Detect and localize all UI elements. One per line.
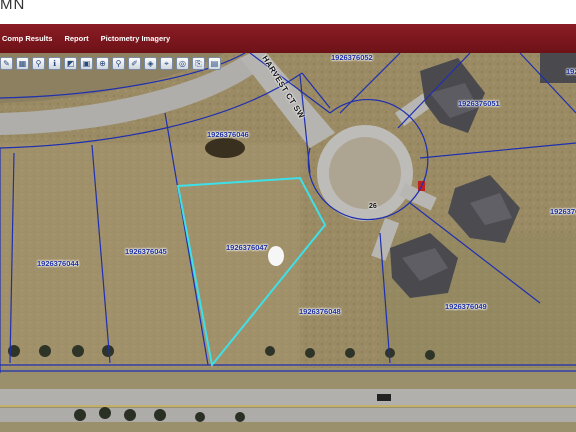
app-title: MN	[0, 0, 576, 24]
highway-lane-north	[0, 389, 576, 405]
highway-car	[377, 394, 391, 401]
pin-tool-icon: ⚲	[35, 58, 42, 68]
dark-vegetation-patch	[205, 138, 245, 158]
aerial-map-view[interactable]: HARVEST CT SW 26 1926376052 1926376051 1…	[0, 53, 576, 432]
parcel-label-1926376051[interactable]: 1926376051	[458, 99, 500, 108]
select-tool-button[interactable]: ◈	[144, 57, 157, 70]
app-title-text: MN	[0, 0, 26, 13]
parcel-label-1926376-partial[interactable]: 1926376	[550, 207, 576, 216]
pan-tool-icon: ✎	[3, 58, 10, 68]
save-tool-button[interactable]: ▤	[208, 57, 221, 70]
select-tool-icon: ◈	[147, 58, 154, 68]
map-layers-icon: ▦	[18, 58, 27, 68]
parcel-label-1926376045[interactable]: 1926376045	[125, 247, 167, 256]
identify-tool-button[interactable]: ⊕	[96, 57, 109, 70]
draw-tool-icon: ✐	[131, 58, 138, 68]
address-number: 26	[369, 203, 377, 210]
buffer-tool-icon: ◎	[179, 58, 186, 68]
export-tool-icon: ⎘	[195, 58, 202, 68]
search-tool-button[interactable]: ⚲	[112, 57, 125, 70]
map-layers-button[interactable]: ▦	[16, 57, 29, 70]
parcel-label-1926376049[interactable]: 1926376049	[445, 302, 487, 311]
parcel-label-192637605[interactable]: 192637605	[566, 67, 576, 76]
snow-patch	[268, 246, 284, 266]
map-toolbar: ✎ ▦ ⚲ ℹ ◩ ▣ ⊕ ⚲ ✐ ◈ ⌖ ◎ ⎘ ▤	[0, 57, 221, 74]
measure-tool-button[interactable]: ◩	[64, 57, 77, 70]
nav-comp-results[interactable]: Comp Results	[2, 34, 52, 43]
measure-tool-icon: ◩	[66, 58, 75, 68]
field-patch	[0, 143, 300, 373]
save-tool-icon: ▤	[210, 58, 219, 68]
parcel-label-1926376046[interactable]: 1926376046	[207, 130, 249, 139]
draw-tool-button[interactable]: ✐	[128, 57, 141, 70]
cul-de-sac-island	[329, 137, 401, 209]
print-tool-icon: ▣	[82, 58, 91, 68]
parcel-label-1926376047[interactable]: 1926376047	[226, 243, 268, 252]
print-tool-button[interactable]: ▣	[80, 57, 93, 70]
zoom-extent-icon: ⌖	[164, 58, 169, 68]
identify-tool-icon: ⊕	[99, 58, 106, 68]
highway-lane-south	[0, 408, 576, 422]
buffer-tool-button[interactable]: ◎	[176, 57, 189, 70]
search-tool-icon: ⚲	[115, 58, 122, 68]
nav-report[interactable]: Report	[64, 34, 88, 43]
pan-tool-button[interactable]: ✎	[0, 57, 13, 70]
pin-tool-button[interactable]: ⚲	[32, 57, 45, 70]
aerial-map-canvas[interactable]	[0, 53, 576, 432]
parcel-label-1926376048[interactable]: 1926376048	[299, 307, 341, 316]
info-tool-icon: ℹ	[52, 58, 57, 68]
info-tool-button[interactable]: ℹ	[48, 57, 61, 70]
zoom-extent-button[interactable]: ⌖	[160, 57, 173, 70]
parcel-label-1926376052[interactable]: 1926376052	[331, 53, 373, 62]
export-tool-button[interactable]: ⎘	[192, 57, 205, 70]
main-nav-bar: Comp Results Report Pictometry Imagery	[0, 24, 576, 53]
parcel-label-1926376044[interactable]: 1926376044	[37, 259, 79, 268]
nav-pictometry-imagery[interactable]: Pictometry Imagery	[101, 34, 171, 43]
